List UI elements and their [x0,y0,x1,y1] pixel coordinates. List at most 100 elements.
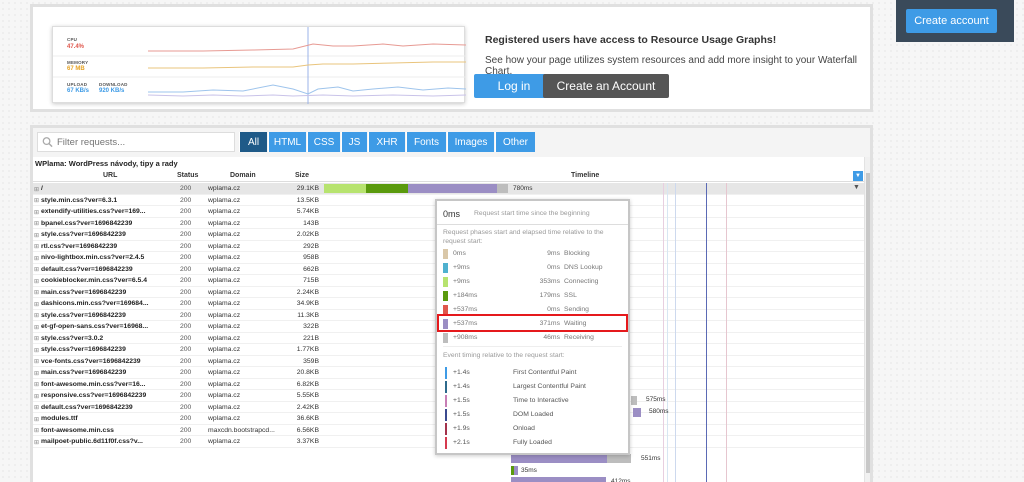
phase-name: SSL [564,292,577,299]
expand-icon[interactable]: ⊞ [34,393,39,400]
request-url: style.css?ver=3.0.2 [41,334,104,342]
expand-icon[interactable]: ⊞ [34,312,39,319]
scrollbar-thumb[interactable] [866,173,870,473]
tab-xhr[interactable]: XHR [368,132,405,152]
request-size: 2.02KB [296,231,319,238]
expand-icon[interactable]: ⊞ [34,347,39,354]
request-size: 6.56KB [296,426,319,434]
tab-images[interactable]: Images [447,132,494,152]
marker-line [663,183,664,482]
event-time: +1.4s [453,369,470,376]
tab-all[interactable]: All [239,132,267,152]
sidebar-create-account-button[interactable]: Create account [906,9,997,33]
phase-name: DNS Lookup [564,264,603,271]
event-row: +1.9s Onload [445,423,625,435]
event-name: DOM Loaded [513,411,554,418]
expand-icon[interactable]: ⊞ [34,358,39,365]
request-bar [511,454,607,463]
request-size: 13.5KB [296,196,319,204]
event-name: Onload [513,425,535,432]
phase-row: +9ms 0ms DNS Lookup [443,262,628,274]
expand-icon[interactable]: ⊞ [34,243,39,250]
event-row: +1.4s First Contentful Paint [445,367,625,379]
event-marker [445,367,447,379]
phase-duration: 46ms [543,334,560,341]
filter-box[interactable] [37,132,235,152]
phase-start: +908ms [453,334,478,341]
tab-other[interactable]: Other [495,132,535,152]
request-status: 200 [180,300,192,307]
column-url[interactable]: URL [103,172,117,179]
expand-icon[interactable]: ⊞ [34,289,39,296]
tab-fonts[interactable]: Fonts [406,132,446,152]
expand-icon[interactable]: ⊞ [34,278,39,285]
event-time: +1.9s [453,425,470,432]
phase-ssl-bar [366,184,408,193]
expand-icon[interactable]: ⊞ [34,301,39,308]
event-row: +1.5s DOM Loaded [445,409,625,421]
resource-usage-preview: CPU 47.4% MEMORY 67 MB UPLOAD 67 KB/s DO… [52,26,466,104]
request-url: cookieblocker.min.css?ver=6.5.4 [41,277,147,284]
phase-name: Receiving [564,334,594,341]
expand-icon[interactable]: ⊞ [34,335,39,342]
expand-icon[interactable]: ⊞ [34,439,39,446]
request-status: 200 [180,196,192,204]
phase-receiving-bar [497,184,508,193]
tab-js[interactable]: JS [341,132,367,152]
expand-icon[interactable]: ⊞ [34,324,39,331]
timeline-dropdown-icon[interactable]: ▼ [853,171,863,181]
expand-icon[interactable]: ⊞ [34,370,39,377]
column-size[interactable]: Size [295,172,309,179]
expand-icon[interactable]: ⊞ [34,416,39,423]
marker-line [667,183,668,482]
request-size: 715B [303,277,319,284]
expand-icon[interactable]: ⊞ [34,427,39,434]
expand-icon[interactable]: ⊞ [34,404,39,411]
duration-label: 551ms [641,455,661,462]
request-size: 11.3KB [297,311,319,319]
event-name: First Contentful Paint [513,369,577,376]
duration-label: 580ms [649,408,669,415]
column-status[interactable]: Status [177,172,198,179]
phase-start: +184ms [453,292,478,299]
tooltip-header: 0ms Request start time since the beginni… [437,201,628,225]
tab-css[interactable]: CSS [307,132,340,152]
column-domain[interactable]: Domain [230,172,256,179]
expand-icon[interactable]: ⊞ [34,381,39,388]
filter-toolbar: All HTML CSS JS XHR Fonts Images Other [33,128,870,157]
expand-icon[interactable]: ⊞ [34,186,39,193]
expand-icon[interactable]: ⊞ [34,197,39,204]
expand-icon[interactable]: ⊞ [34,232,39,239]
phase-swatch [443,263,448,273]
request-url: font-awesome.min.css?ver=16... [41,380,146,388]
event-marker [445,409,447,421]
phase-row: +908ms 46ms Receiving [443,332,628,344]
promo-card: CPU 47.4% MEMORY 67 MB UPLOAD 67 KB/s DO… [30,4,873,112]
scrollbar[interactable] [864,157,870,482]
tab-html[interactable]: HTML [268,132,306,152]
phase-connecting-bar [324,184,366,193]
expand-icon[interactable]: ⊞ [34,255,39,262]
filter-input[interactable] [57,134,227,150]
event-time: +1.5s [453,411,470,418]
request-url: modules.ttf [41,415,78,422]
event-marker [445,381,447,393]
events-title: Event timing relative to the request sta… [443,352,565,359]
create-account-button[interactable]: Create an Account [543,74,669,98]
request-size: 1.77KB [296,346,319,353]
onload-line [726,183,727,482]
duration-label: 780ms [513,185,533,192]
expand-icon[interactable]: ⊞ [34,209,39,216]
marker-line [675,183,676,482]
request-size: 3.37KB [296,438,319,445]
event-marker [445,395,447,407]
phase-swatch [443,249,448,259]
row-dropdown-icon[interactable]: ▼ [853,184,860,191]
expand-icon[interactable]: ⊞ [34,220,39,227]
request-start-value: 0ms [443,209,461,219]
request-url: style.min.css?ver=6.3.1 [41,196,118,204]
column-timeline[interactable]: Timeline [571,172,599,179]
login-button[interactable]: Log in [474,74,554,98]
request-size: 20.8KB [296,369,319,376]
expand-icon[interactable]: ⊞ [34,266,39,273]
